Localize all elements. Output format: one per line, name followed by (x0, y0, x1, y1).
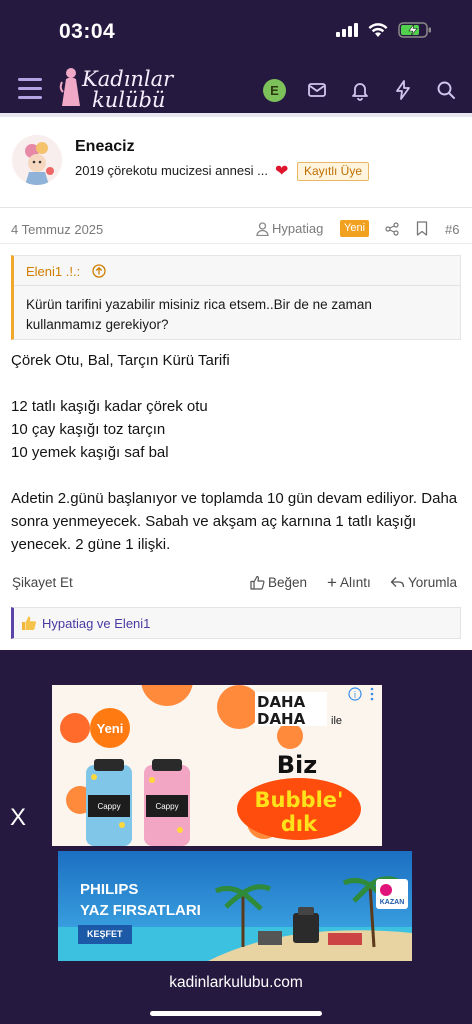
ad-banner-philips[interactable]: KAZAN PHILIPS YAZ FIRSATLARI KEŞFET (58, 851, 412, 961)
reactions-bar[interactable]: Hypatiag ve Eleni1 (11, 607, 461, 639)
battery-charging-icon (398, 22, 431, 38)
user-title: 2019 çörekotu mucizesi annesi ... (75, 163, 268, 178)
ad-bubble-text: Bubble' (255, 788, 344, 812)
ad-bottle-label: Cappy (97, 802, 120, 811)
quote-author[interactable]: Eleni1 .!.: (26, 264, 80, 279)
plus-icon: + (327, 572, 337, 592)
lightning-icon[interactable] (392, 79, 414, 101)
home-indicator[interactable] (150, 1011, 322, 1016)
member-badge: Kayıtlı Üye (297, 162, 370, 181)
post-meta-bar: 4 Temmuz 2025 Hypatiag Yeni #6 (0, 214, 472, 244)
ad-bottle-label: Cappy (155, 802, 178, 811)
reply-icon (390, 577, 405, 588)
top-nav: Kadınlar kulübü E (0, 62, 472, 114)
post-card: Eneaciz 2019 çörekotu mucizesi annesi ..… (0, 117, 472, 650)
bookmark-icon[interactable] (416, 221, 428, 236)
account-avatar[interactable]: E (263, 79, 286, 102)
ad-close-button[interactable]: X (10, 804, 26, 832)
share-icon[interactable] (385, 222, 399, 236)
reply-label: Yorumla (408, 575, 458, 590)
status-bar: 03:04 (0, 0, 472, 62)
post-body: Çörek Otu, Bal, Tarçın Kürü Tarifi 12 ta… (11, 349, 466, 556)
site-logo[interactable]: Kadınlar kulübü (58, 65, 176, 112)
post-actions: Şikayet Et Beğen + Alıntı Yorumla (0, 571, 472, 595)
quote-header: Eleni1 .!.: (14, 256, 460, 286)
ad-banner-cappy[interactable]: Yeni Cappy Cappy DAHA DAHA ile Biz Bubbl… (52, 685, 382, 846)
jump-up-icon[interactable] (92, 264, 106, 278)
bell-icon[interactable] (349, 79, 371, 101)
new-badge: Yeni (340, 220, 370, 237)
ad-yeni-text: Yeni (97, 721, 124, 736)
post-number[interactable]: #6 (445, 222, 459, 237)
instructions-text: Adetin 2.günü başlanıyor ve toplamda 10 … (11, 490, 458, 553)
report-link[interactable]: Şikayet Et (12, 575, 73, 590)
heart-icon: ❤ (275, 163, 289, 180)
ad-ile-text: ile (331, 715, 342, 727)
ingredient-line: 10 yemek kaşığı saf bal (11, 444, 169, 461)
quote-text: Kürün tarifini yazabilir misiniz rica et… (26, 297, 372, 332)
thumbs-up-emoji-icon (22, 616, 37, 630)
post-username[interactable]: Eneaciz (75, 138, 135, 156)
status-time: 03:04 (59, 20, 116, 43)
menu-icon[interactable] (18, 78, 42, 100)
ad-kazan-text: KAZAN (380, 899, 405, 906)
recipe-title: Çörek Otu, Bal, Tarçın Kürü Tarifi (11, 352, 230, 369)
ad-cappy-artwork: Yeni Cappy Cappy DAHA DAHA ile Biz Bubbl… (52, 685, 382, 846)
ad-cta-button[interactable]: KEŞFET (78, 925, 132, 944)
ingredient-line: 10 çay kaşığı toz tarçın (11, 421, 166, 438)
quote-block: Eleni1 .!.: Kürün tarifini yazabilir mis… (11, 255, 461, 340)
post-user-header: Eneaciz 2019 çörekotu mucizesi annesi ..… (0, 117, 472, 208)
avatar-illustration-icon (12, 135, 62, 185)
ad-philips-text: PHILIPS YAZ FIRSATLARI (80, 879, 201, 921)
user-icon (256, 221, 269, 236)
thumbs-up-icon (250, 575, 265, 590)
ad-daha-text: DAHA (257, 693, 306, 711)
like-label: Beğen (268, 575, 308, 590)
ad-biz-text: Biz (277, 751, 318, 779)
ad-dik-text: dık (281, 812, 318, 836)
mail-icon[interactable] (306, 79, 328, 101)
reactions-users[interactable]: Hypatiag ve Eleni1 (42, 616, 150, 631)
quote-button[interactable]: + Alıntı (327, 572, 371, 592)
search-icon[interactable] (435, 79, 457, 101)
post-date[interactable]: 4 Temmuz 2025 (11, 222, 103, 237)
meta-user-name: Hypatiag (272, 221, 324, 236)
user-avatar[interactable] (12, 135, 62, 185)
logo-text-line2: kulübü (92, 88, 166, 112)
ad-philips-line1: PHILIPS (80, 881, 139, 898)
reply-button[interactable]: Yorumla (390, 575, 457, 590)
ad-philips-line2: YAZ FIRSATLARI (80, 902, 201, 919)
cellular-signal-icon (336, 23, 358, 37)
meta-user[interactable]: Hypatiag (256, 221, 323, 236)
ingredient-line: 12 tatlı kaşığı kadar çörek otu (11, 398, 208, 415)
status-icons (336, 22, 432, 38)
like-button[interactable]: Beğen (250, 575, 307, 590)
wifi-icon (368, 22, 388, 37)
browser-url[interactable]: kadinlarkulubu.com (0, 974, 472, 992)
quote-label: Alıntı (339, 575, 371, 590)
ad-daha-text: DAHA (257, 710, 306, 728)
logo-figure-icon (59, 68, 80, 106)
